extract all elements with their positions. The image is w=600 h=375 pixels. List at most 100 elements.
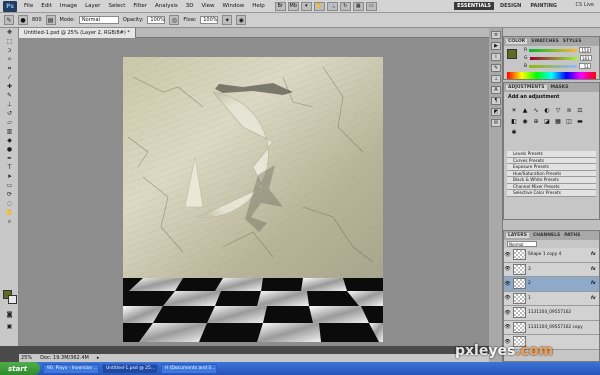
layer-row[interactable]: 👁 1 fx (504, 291, 599, 306)
tab-layers[interactable]: LAYERS (506, 233, 529, 238)
gradient-map-icon[interactable]: ▬ (576, 117, 584, 125)
zoom-level-icon[interactable]: ▾ (300, 1, 312, 11)
mini-bridge-icon[interactable]: Mb (287, 1, 299, 11)
menu-filter[interactable]: Filter (129, 3, 151, 9)
tab-paths[interactable]: PATHS (564, 233, 580, 238)
flow-field[interactable]: 100% (200, 16, 219, 24)
color-slider-r[interactable]: R 150 (504, 46, 599, 54)
layer-row[interactable]: 👁 Shape 1 copy 4 fx (504, 248, 599, 263)
vibrance-icon[interactable]: ▽ (554, 106, 562, 114)
rotate-view-icon[interactable]: ↻ (339, 1, 351, 11)
visibility-eye-icon[interactable]: 👁 (504, 252, 511, 258)
character-panel-icon[interactable]: A (491, 86, 501, 94)
taskbar-item[interactable]: 90. Pixys - Inversion ... (43, 363, 99, 374)
tab-swatches[interactable]: SWATCHES (531, 39, 559, 44)
shape-tool-icon[interactable]: ▭ (2, 181, 17, 190)
color-value-r[interactable]: 150 (579, 47, 592, 53)
color-swatches[interactable] (3, 290, 17, 304)
menu-view[interactable]: View (197, 3, 218, 9)
quick-mask-icon[interactable]: ◙ (2, 310, 17, 319)
brightness-contrast-icon[interactable]: ☀ (510, 106, 518, 114)
visibility-eye-icon[interactable]: 👁 (504, 310, 511, 316)
zoom-level[interactable]: 25% (21, 355, 32, 361)
bridge-icon[interactable]: Br (274, 1, 286, 11)
hand-tool-icon[interactable]: ✋ (313, 1, 325, 11)
type-tool-icon[interactable]: T (2, 163, 17, 172)
exposure-icon[interactable]: ◐ (543, 106, 551, 114)
color-value-b[interactable]: 51 (579, 63, 592, 69)
brush-tool-icon[interactable]: ✎ (4, 15, 14, 25)
visibility-eye-icon[interactable]: 👁 (504, 266, 511, 272)
brush-tool-icon[interactable]: ✎ (2, 91, 17, 100)
screen-mode-icon[interactable]: ▭ (365, 1, 377, 11)
info-panel-icon[interactable]: i (491, 53, 501, 61)
arrange-docs-icon[interactable]: ▦ (352, 1, 364, 11)
history-brush-tool-icon[interactable]: ↺ (2, 109, 17, 118)
hue-saturation-icon[interactable]: ≋ (565, 106, 573, 114)
marquee-tool-icon[interactable]: ⬚ (2, 37, 17, 46)
start-button[interactable]: start (0, 362, 40, 375)
workspace-essentials[interactable]: ESSENTIALS (454, 2, 494, 10)
menu-analysis[interactable]: Analysis (151, 3, 182, 9)
visibility-eye-icon[interactable]: 👁 (504, 295, 511, 301)
cs-live-button[interactable]: CS Live (576, 2, 594, 8)
color-slider-b[interactable]: B 51 (504, 62, 599, 70)
menu-3d[interactable]: 3D (182, 3, 198, 9)
layer-row[interactable]: 👁 2 fx (504, 277, 599, 292)
levels-icon[interactable]: ▲ (521, 106, 529, 114)
taskbar-item[interactable]: H:\Documents and S... (161, 363, 217, 374)
color-slider-g[interactable]: G 183 (504, 54, 599, 62)
blend-mode-select[interactable]: Normal (507, 241, 537, 247)
menu-image[interactable]: Image (56, 3, 81, 9)
notes-panel-icon[interactable]: ✉ (491, 119, 501, 127)
workspace-painting[interactable]: PAINTING (527, 2, 560, 10)
menu-select[interactable]: Select (104, 3, 129, 9)
screen-mode-icon[interactable]: ▣ (2, 322, 17, 331)
move-tool-icon[interactable]: ✥ (2, 28, 17, 37)
pen-tool-icon[interactable]: ✒ (2, 154, 17, 163)
layer-row[interactable]: 👁 3 fx (504, 262, 599, 277)
layer-effects-icon[interactable]: fx (591, 252, 599, 257)
layer-effects-icon[interactable]: fx (591, 281, 599, 286)
hand-tool-icon[interactable]: ✋ (2, 208, 17, 217)
curves-icon[interactable]: ∿ (532, 106, 540, 114)
color-balance-icon[interactable]: ⚖ (576, 106, 584, 114)
menu-window[interactable]: Window (219, 3, 249, 9)
tab-channels[interactable]: CHANNELS (533, 233, 560, 238)
workspace-design[interactable]: DESIGN (497, 2, 524, 10)
layer-effects-icon[interactable]: fx (591, 296, 599, 301)
path-select-tool-icon[interactable]: ➤ (2, 172, 17, 181)
background-color-swatch[interactable] (8, 295, 17, 304)
clone-stamp-tool-icon[interactable]: ⊥ (2, 100, 17, 109)
channel-mixer-icon[interactable]: ⊕ (532, 117, 540, 125)
3d-panel-icon[interactable]: ◩ (491, 108, 501, 116)
threshold-icon[interactable]: ◫ (565, 117, 573, 125)
quick-select-tool-icon[interactable]: ✧ (2, 55, 17, 64)
selective-color-icon[interactable]: ✱ (510, 128, 518, 136)
brush-panel-icon[interactable]: ✎ (491, 64, 501, 72)
tab-styles[interactable]: STYLES (563, 39, 582, 44)
paragraph-panel-icon[interactable]: ¶ (491, 97, 501, 105)
eraser-tool-icon[interactable]: ▱ (2, 118, 17, 127)
menu-layer[interactable]: Layer (81, 3, 104, 9)
tab-masks[interactable]: MASKS (551, 85, 569, 90)
gradient-tool-icon[interactable]: ▥ (2, 127, 17, 136)
history-panel-icon[interactable]: ≡ (491, 31, 501, 39)
invert-icon[interactable]: ◪ (543, 117, 551, 125)
document-tab[interactable]: Untitled-1.psd @ 25% (Layer 2, RGB/8#) * (19, 28, 136, 38)
visibility-eye-icon[interactable]: 👁 (504, 281, 511, 287)
visibility-eye-icon[interactable]: 👁 (504, 324, 511, 330)
status-menu-arrow-icon[interactable]: ▸ (97, 355, 100, 361)
healing-brush-tool-icon[interactable]: ✚ (2, 82, 17, 91)
color-spectrum-bar[interactable] (507, 72, 596, 79)
clone-source-panel-icon[interactable]: ⊥ (491, 75, 501, 83)
preset-selective-color[interactable]: Selective Color Presets (507, 190, 596, 197)
zoom-tool-icon[interactable]: 🔍 (326, 1, 338, 11)
color-value-g[interactable]: 183 (579, 55, 592, 61)
blur-tool-icon[interactable]: ◆ (2, 136, 17, 145)
menu-edit[interactable]: Edit (37, 3, 56, 9)
3d-rotate-tool-icon[interactable]: ⟳ (2, 190, 17, 199)
color-panel-foreground-swatch[interactable] (507, 49, 517, 59)
actions-panel-icon[interactable]: ▶ (491, 42, 501, 50)
pressure-opacity-icon[interactable]: ◎ (169, 15, 180, 25)
